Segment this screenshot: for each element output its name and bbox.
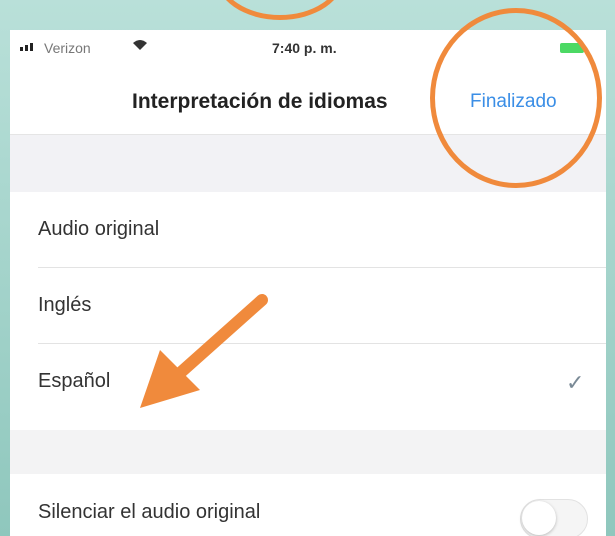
arrow-annotation <box>140 294 268 408</box>
